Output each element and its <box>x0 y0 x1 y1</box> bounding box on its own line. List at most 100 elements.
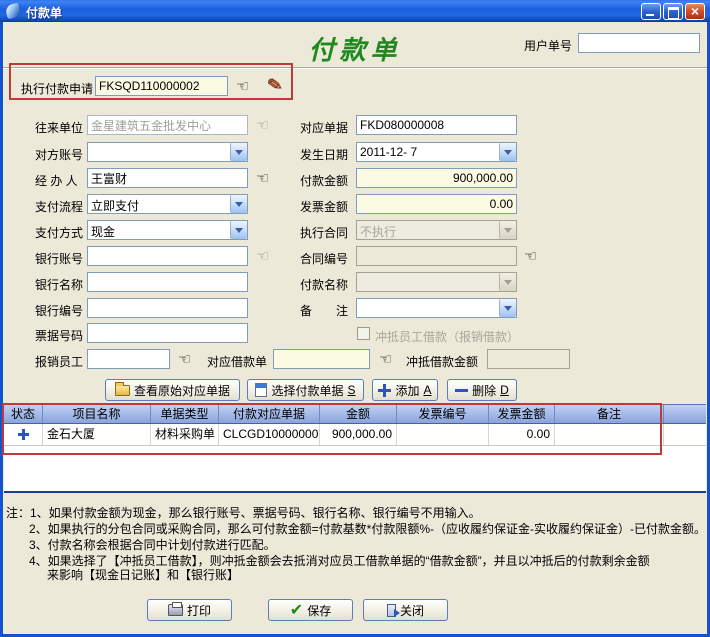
col-project[interactable]: 项目名称 <box>43 405 151 423</box>
payment-method-select[interactable]: 现金 <box>87 220 248 240</box>
doc-ref-label: 对应单据 <box>300 119 348 136</box>
handler-input[interactable] <box>87 168 248 188</box>
col-amount[interactable]: 金额 <box>320 405 397 423</box>
bill-number-input[interactable] <box>87 323 248 343</box>
save-button[interactable]: ✔ 保存 <box>268 599 353 621</box>
payment-name-label: 付款名称 <box>300 276 348 293</box>
delete-row-button[interactable]: 删除D <box>447 379 517 401</box>
cell-ref: CLCGD100000008 <box>219 424 320 445</box>
date-label: 发生日期 <box>300 146 348 163</box>
handler-lookup-hand-icon[interactable]: ☜ <box>256 170 269 186</box>
loan-doc-label: 对应借款单 <box>207 353 267 370</box>
bank-code-label: 银行编号 <box>35 302 83 319</box>
payment-order-window: 付款单 付款单 用户单号 执行付款申请 ☜ ✎ 往来单位 ☜ 对应单据 对方账号… <box>0 0 710 637</box>
contract-lookup-hand-icon[interactable]: ☜ <box>524 248 537 264</box>
invoice-amount-input[interactable] <box>356 194 517 214</box>
cell-project: 金石大厦 <box>43 424 151 445</box>
chevron-down-icon <box>230 143 247 161</box>
user-no-label: 用户单号 <box>524 37 572 54</box>
payment-name-select <box>356 272 517 292</box>
col-ref[interactable]: 付款对应单据 <box>219 405 320 423</box>
bank-code-input[interactable] <box>87 298 248 318</box>
bank-name-input[interactable] <box>87 272 248 292</box>
remark-select[interactable] <box>356 298 517 318</box>
invoice-amount-label: 发票金额 <box>300 198 348 215</box>
date-select[interactable]: 2011-12- 7 <box>356 142 517 162</box>
contract-exec-label: 执行合同 <box>300 224 348 241</box>
add-row-button[interactable]: 添加A <box>372 379 438 401</box>
chevron-down-icon <box>230 221 247 239</box>
note-line-3: 3、付款名称会根据合同中计划付款进行匹配。 <box>29 536 276 553</box>
offset-amount-label: 冲抵借款金额 <box>406 353 478 370</box>
offset-loan-checkbox-label: 冲抵员工借款（报销借款） <box>375 328 519 345</box>
select-payment-docs-button[interactable]: 选择付款单据S <box>247 379 364 401</box>
app-icon <box>5 3 22 20</box>
payment-flow-label: 支付流程 <box>35 198 83 215</box>
contract-exec-select: 不执行 <box>356 220 517 240</box>
counter-account-select[interactable] <box>87 142 248 162</box>
cell-remark <box>555 424 664 445</box>
bank-name-label: 银行名称 <box>35 276 83 293</box>
minimize-button[interactable] <box>641 3 661 20</box>
chevron-down-icon <box>230 195 247 213</box>
amount-label: 付款金额 <box>300 172 348 189</box>
contract-no-input <box>356 246 517 266</box>
offset-loan-checkbox[interactable] <box>357 327 370 340</box>
partner-input[interactable] <box>87 115 248 135</box>
page-title: 付款单 <box>280 30 430 67</box>
bill-number-label: 票据号码 <box>35 327 83 344</box>
note-line-5: 来影响【现金日记账】和【银行账】 <box>47 566 239 583</box>
checkmark-icon: ✔ <box>290 603 303 617</box>
reimburse-emp-input[interactable] <box>87 349 170 369</box>
folder-icon <box>115 385 130 396</box>
cell-invoice-amount: 0.00 <box>489 424 555 445</box>
doc-ref-input[interactable] <box>356 115 517 135</box>
notepad-icon <box>255 383 267 397</box>
close-button[interactable] <box>685 3 705 20</box>
user-no-input[interactable] <box>578 33 700 53</box>
titlebar[interactable]: 付款单 <box>0 0 710 22</box>
cell-invoice-no <box>397 424 489 445</box>
payment-method-label: 支付方式 <box>35 224 83 241</box>
remark-label: 备 注 <box>300 302 348 319</box>
note-line-1: 注：1、如果付款金额为现金，那么银行账号、票据号码、银行名称、银行编号不用输入。 <box>6 504 481 521</box>
chevron-down-icon <box>499 143 516 161</box>
view-original-button[interactable]: 查看原始对应单据 <box>105 379 240 401</box>
minus-icon <box>455 384 468 397</box>
col-status[interactable]: 状态 <box>4 405 43 423</box>
col-invoice-no[interactable]: 发票编号 <box>397 405 489 423</box>
counter-account-label: 对方账号 <box>35 146 83 163</box>
bank-account-input[interactable] <box>87 246 248 266</box>
col-remark[interactable]: 备注 <box>555 405 664 423</box>
request-input[interactable] <box>95 76 228 96</box>
close-form-button[interactable]: 关闭 <box>363 599 448 621</box>
loan-doc-input[interactable] <box>273 349 370 369</box>
chevron-down-icon <box>499 221 516 239</box>
partner-label: 往来单位 <box>35 119 83 136</box>
print-button[interactable]: 打印 <box>147 599 232 621</box>
table-row[interactable]: 金石大厦 材料采购单 CLCGD100000008 900,000.00 0.0… <box>4 424 706 446</box>
chevron-down-icon <box>499 299 516 317</box>
col-doc-type[interactable]: 单据类型 <box>151 405 219 423</box>
payment-flow-select[interactable]: 立即支付 <box>87 194 248 214</box>
partner-lookup-hand-icon[interactable]: ☜ <box>256 117 269 133</box>
payment-items-grid: 状态 项目名称 单据类型 付款对应单据 金额 发票编号 发票金额 备注 金石大厦… <box>4 404 706 493</box>
handler-label: 经 办 人 <box>35 172 78 189</box>
note-line-2: 2、如果执行的分包合同或采购合同，那么可付款金额=付款基数*付款限额%-（应收履… <box>29 520 706 537</box>
loan-doc-lookup-hand-icon[interactable]: ☜ <box>379 351 392 367</box>
row-status-plus-icon <box>18 429 29 440</box>
cell-amount: 900,000.00 <box>320 424 397 445</box>
amount-input[interactable] <box>356 168 517 188</box>
plus-icon <box>378 384 391 397</box>
grid-header-row: 状态 项目名称 单据类型 付款对应单据 金额 发票编号 发票金额 备注 <box>4 405 706 424</box>
col-invoice-amount[interactable]: 发票金额 <box>489 405 555 423</box>
employee-lookup-hand-icon[interactable]: ☜ <box>178 351 191 367</box>
chevron-down-icon <box>499 273 516 291</box>
exit-door-icon <box>387 604 396 617</box>
bank-account-lookup-hand-icon[interactable]: ☜ <box>256 248 269 264</box>
lookup-hand-icon[interactable]: ☜ <box>236 78 249 94</box>
maximize-button[interactable] <box>663 3 683 20</box>
reimburse-emp-label: 报销员工 <box>35 353 83 370</box>
offset-amount-input <box>487 349 570 369</box>
contract-no-label: 合同编号 <box>300 250 348 267</box>
